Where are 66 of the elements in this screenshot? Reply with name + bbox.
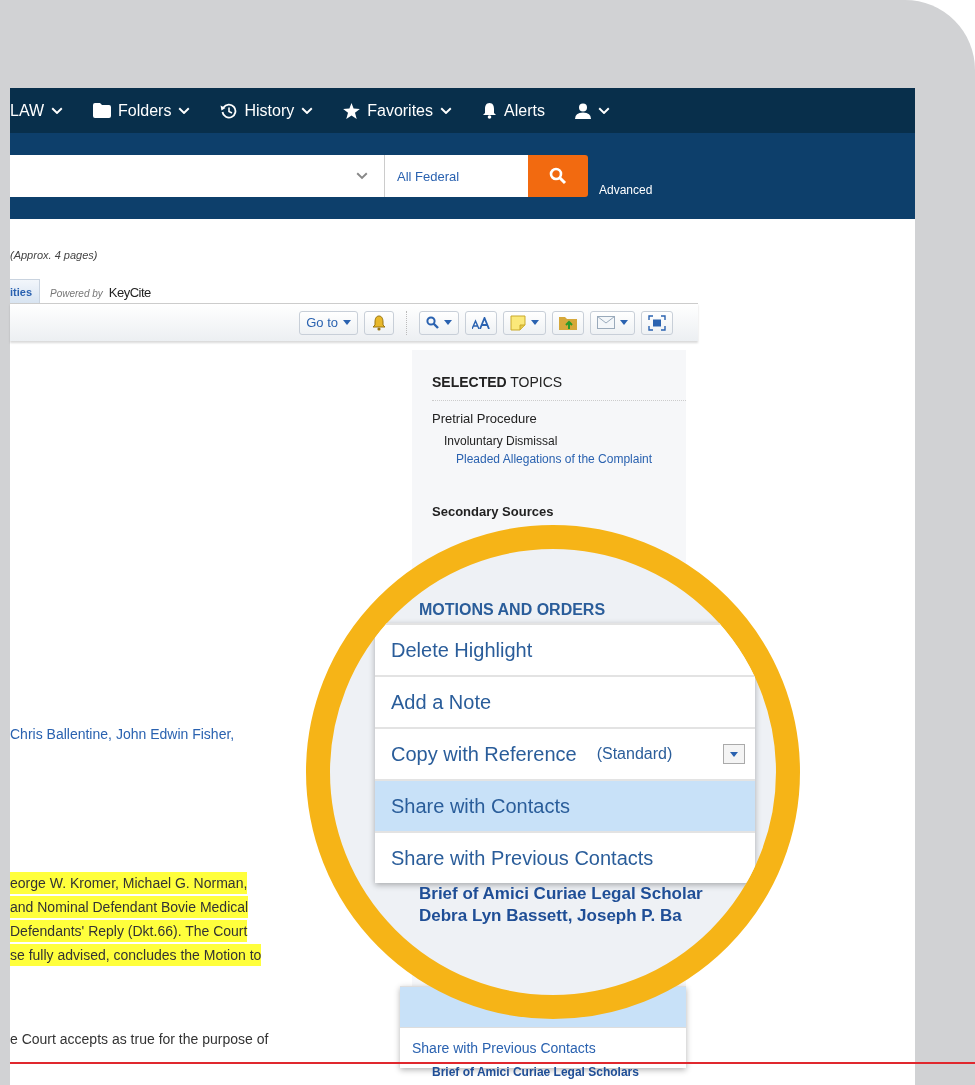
topic-item[interactable]: Involuntary Dismissal [444, 434, 686, 448]
search-field[interactable] [10, 155, 385, 197]
chevron-down-icon [301, 106, 314, 115]
font-size-icon [472, 316, 490, 329]
alerts-link[interactable]: Alerts [482, 101, 545, 120]
highlighted-text: eorge W. Kromer, Michael G. Norman, [10, 872, 248, 894]
caret-icon [444, 320, 452, 325]
bell-button[interactable] [364, 310, 394, 335]
folder-button[interactable] [552, 310, 584, 335]
powered-by-label: Powered by [50, 288, 103, 301]
motions-heading: MOTIONS AND ORDERS [419, 601, 607, 620]
jurisdiction-selector[interactable]: All Federal [385, 155, 528, 197]
chevron-down-icon [597, 106, 610, 115]
note-button[interactable] [503, 310, 546, 335]
mail-icon [597, 316, 615, 329]
chevron-down-icon [51, 106, 64, 115]
fullscreen-button[interactable] [641, 310, 673, 335]
folders-menu[interactable]: Folders [93, 101, 191, 120]
user-menu[interactable] [574, 102, 610, 119]
chevron-down-icon [356, 172, 368, 180]
folder-icon [559, 315, 577, 330]
search-button[interactable] [419, 310, 459, 335]
font-size-button[interactable] [465, 310, 497, 335]
result-link[interactable]: Brief of Amici Curiae Legal Scholars [432, 1065, 639, 1079]
caret-icon [730, 751, 738, 757]
chevron-down-icon [440, 106, 452, 115]
bell-icon [371, 314, 387, 331]
menu-item[interactable]: Delete Highlight [375, 623, 755, 675]
caret-icon [620, 320, 628, 325]
selected-topics-heading: SELECTED TOPICS [432, 374, 686, 401]
highlighted-text: and Nominal Defendant Bovie Medical [10, 896, 249, 918]
advanced-search-link[interactable]: Advanced [599, 183, 653, 197]
bell-icon [482, 102, 497, 119]
secondary-sources-heading: Secondary Sources [432, 504, 555, 519]
party-link[interactable]: Chris Ballentine, [10, 726, 112, 742]
star-icon [343, 102, 361, 119]
highlighted-text: se fully advised, concludes the Motion to [10, 944, 262, 966]
result-link[interactable]: Debra Lyn Bassett, Joseph P. Ba [419, 905, 776, 927]
mail-button[interactable] [590, 310, 635, 335]
user-icon [574, 102, 591, 119]
folder-icon [93, 103, 112, 118]
menu-item[interactable]: Share with Previous Contacts [375, 831, 755, 883]
chevron-down-icon [178, 106, 191, 115]
caret-icon [531, 320, 539, 325]
menu-item[interactable]: Add a Note [375, 675, 755, 727]
menu-item[interactable]: Share with Contacts [375, 779, 755, 831]
go-to-button[interactable]: Go to [299, 310, 358, 335]
search-icon [549, 167, 567, 185]
party-link[interactable]: John Edwin Fisher, [115, 726, 235, 742]
caret-icon [343, 320, 351, 325]
keycite-logo: KeyCite [108, 285, 151, 302]
search-icon [426, 316, 439, 329]
dropdown-button[interactable] [723, 744, 745, 764]
fullscreen-icon [648, 314, 666, 331]
page-count: (Approx. 4 pages) [10, 249, 99, 263]
note-icon [510, 314, 526, 331]
search-button[interactable] [528, 155, 588, 197]
history-icon [220, 102, 238, 119]
topic-item[interactable]: Pretrial Procedure [432, 411, 686, 426]
history-menu[interactable]: History [220, 101, 314, 120]
document-tab[interactable]: ities [10, 279, 40, 303]
favorites-menu[interactable]: Favorites [343, 101, 452, 120]
result-link[interactable]: Brief of Amici Curiae Legal Scholar [419, 883, 776, 905]
body-text: e Court accepts as true for the purpose of [10, 1030, 269, 1049]
topic-item[interactable]: Pleaded Allegations of the Complaint [456, 452, 686, 466]
law-menu[interactable]: LAW [10, 101, 64, 120]
